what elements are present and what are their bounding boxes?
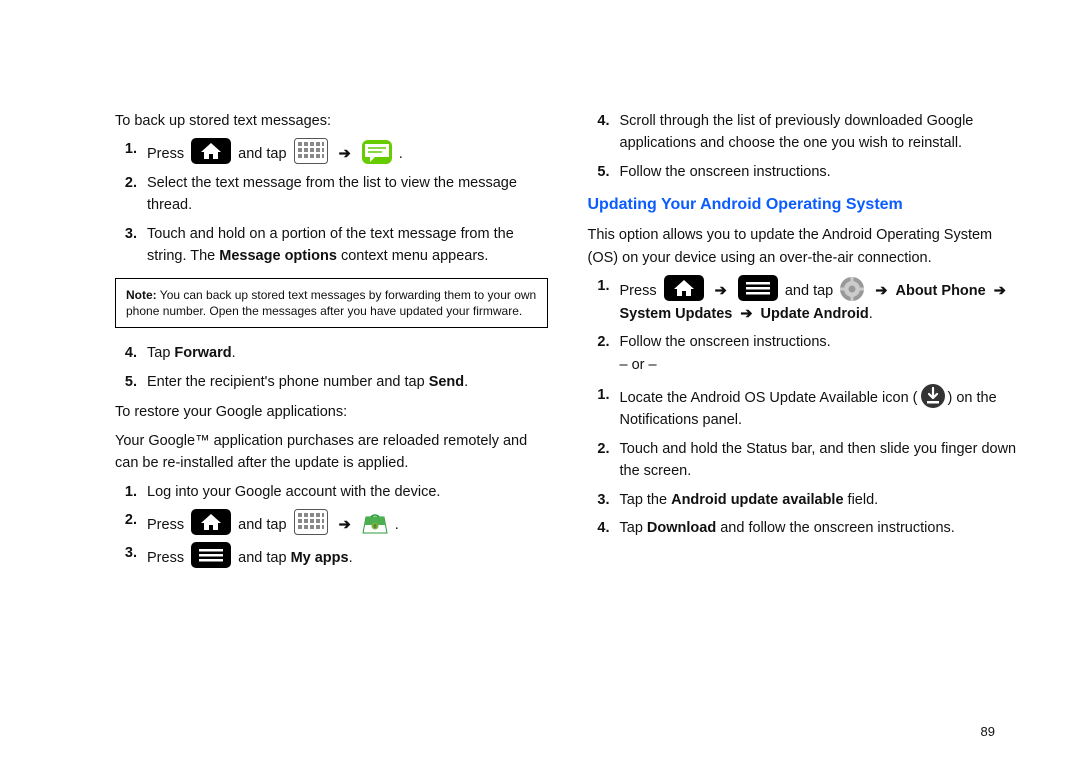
step-text: Scroll through the list of previously do… [620,110,1021,155]
home-icon [664,275,704,301]
step-number: 1. [588,275,610,325]
arrow-icon: ➔ [740,306,752,322]
note-body: You can back up stored text messages by … [126,288,536,318]
step-text: Press and tap My apps. [147,542,548,569]
arrow-icon: ➔ [339,146,351,162]
arrow-icon: ➔ [715,283,727,299]
market-bag-icon [362,511,388,535]
settings-gear-icon [840,277,864,301]
download-icon [921,384,945,408]
step-text: Press and tap ➔ . [147,138,548,165]
step-text: Enter the recipient's phone number and t… [147,371,548,393]
step-text: Locate the Android OS Update Available i… [620,384,1021,432]
backup-steps-cont: 4. Tap Forward. 5. Enter the recipient's… [115,342,548,393]
messaging-icon [362,140,392,164]
step-text: Follow the onscreen instructions. [620,161,1021,183]
home-icon [191,509,231,535]
or-separator: – or – [620,357,657,373]
step-number: 1. [115,481,137,503]
right-column: 4. Scroll through the list of previously… [588,110,1021,741]
step-text: Tap Forward. [147,342,548,364]
step-number: 4. [588,110,610,155]
step-text: Follow the onscreen instructions. – or – [620,331,1021,376]
arrow-icon: ➔ [339,517,351,533]
step-number: 2. [588,331,610,376]
step-text: Select the text message from the list to… [147,172,548,217]
step-text: Touch and hold the Status bar, and then … [620,438,1021,483]
step-text: Press and tap ➔ . [147,509,548,536]
arrow-icon: ➔ [875,283,887,299]
apps-grid-icon [294,138,328,164]
restore-intro: To restore your Google applications: [115,401,548,423]
step-number: 2. [588,438,610,483]
restore-steps-cont: 4. Scroll through the list of previously… [588,110,1021,183]
menu-lines-icon [191,542,231,568]
manual-page: To back up stored text messages: 1. Pres… [0,0,1080,771]
update-para: This option allows you to update the And… [588,224,1021,269]
step-number: 2. [115,509,137,536]
step-number: 5. [588,161,610,183]
backup-intro: To back up stored text messages: [115,110,548,132]
page-number: 89 [981,724,995,739]
apps-grid-icon [294,509,328,535]
update-steps-a: 1. Press ➔ and tap ➔ About Phone ➔ Syste… [588,275,1021,376]
restore-steps: 1. Log into your Google account with the… [115,481,548,570]
step-number: 5. [115,371,137,393]
step-text: Touch and hold on a portion of the text … [147,223,548,268]
step-text: Tap Download and follow the onscreen ins… [620,517,1021,539]
step-number: 3. [115,223,137,268]
step-number: 1. [115,138,137,165]
home-icon [191,138,231,164]
arrow-icon: ➔ [994,283,1006,299]
menu-lines-icon [738,275,778,301]
left-column: To back up stored text messages: 1. Pres… [115,110,548,741]
backup-steps: 1. Press and tap ➔ . 2. Select the text … [115,138,548,267]
note-box: Note: You can back up stored text messag… [115,278,548,328]
step-number: 4. [115,342,137,364]
note-label: Note: [126,288,157,302]
update-steps-b: 1. Locate the Android OS Update Availabl… [588,384,1021,540]
step-number: 1. [588,384,610,432]
step-text: Press ➔ and tap ➔ About Phone ➔ System U… [620,275,1021,325]
restore-para: Your Google™ application purchases are r… [115,430,548,475]
step-number: 3. [115,542,137,569]
step-text: Tap the Android update available field. [620,489,1021,511]
step-number: 3. [588,489,610,511]
step-text: Log into your Google account with the de… [147,481,548,503]
step-number: 4. [588,517,610,539]
section-heading-update: Updating Your Android Operating System [588,193,1021,218]
step-number: 2. [115,172,137,217]
